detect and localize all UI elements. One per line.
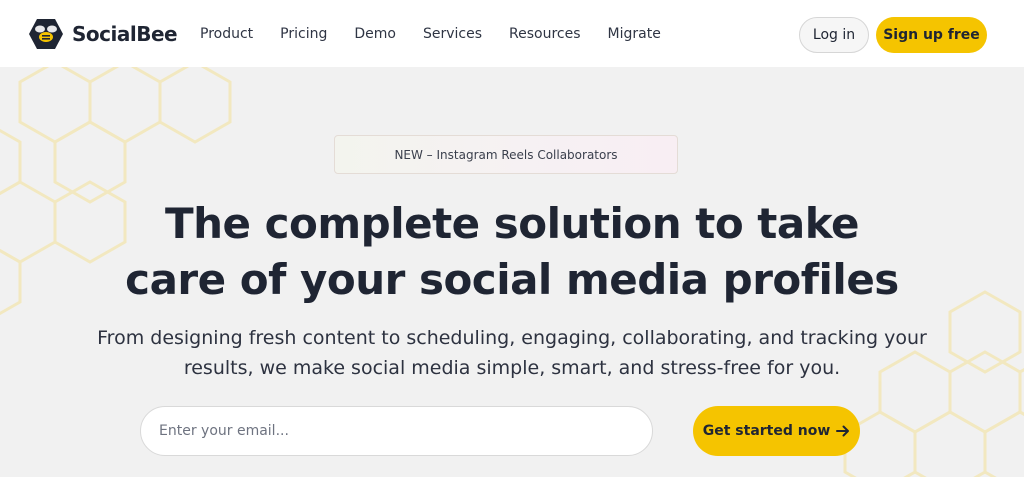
nav-item-pricing[interactable]: Pricing (280, 26, 327, 42)
nav-item-resources[interactable]: Resources (509, 26, 581, 42)
hero-headline: The complete solution to take care of yo… (112, 196, 912, 308)
email-input[interactable] (140, 406, 653, 456)
hero-subtext-line-1: From designing fresh content to scheduli… (97, 327, 927, 349)
login-button[interactable]: Log in (799, 17, 869, 53)
nav-item-demo[interactable]: Demo (354, 26, 396, 42)
announcement-badge[interactable]: NEW – Instagram Reels Collaborators (334, 135, 678, 174)
main-nav: Product Pricing Demo Services Resources … (200, 0, 688, 67)
bee-hexagon-icon (29, 19, 63, 49)
hero-headline-line-1: The complete solution to take (164, 199, 860, 248)
arrow-right-icon (836, 425, 850, 437)
site-header: SocialBee Product Pricing Demo Services … (0, 0, 1024, 67)
get-started-button[interactable]: Get started now (693, 406, 860, 456)
get-started-label: Get started now (702, 423, 831, 439)
nav-item-migrate[interactable]: Migrate (608, 26, 661, 42)
brand-logo[interactable]: SocialBee (28, 18, 178, 50)
nav-item-services[interactable]: Services (423, 26, 482, 42)
hero-subtext-line-2: results, we make social media simple, sm… (183, 357, 841, 379)
brand-name: SocialBee (72, 22, 178, 46)
hero-headline-line-2: care of your social media profiles (125, 255, 899, 304)
signup-button[interactable]: Sign up free (876, 17, 987, 53)
hero-subtext: From designing fresh content to scheduli… (72, 323, 952, 383)
nav-item-product[interactable]: Product (200, 26, 253, 42)
